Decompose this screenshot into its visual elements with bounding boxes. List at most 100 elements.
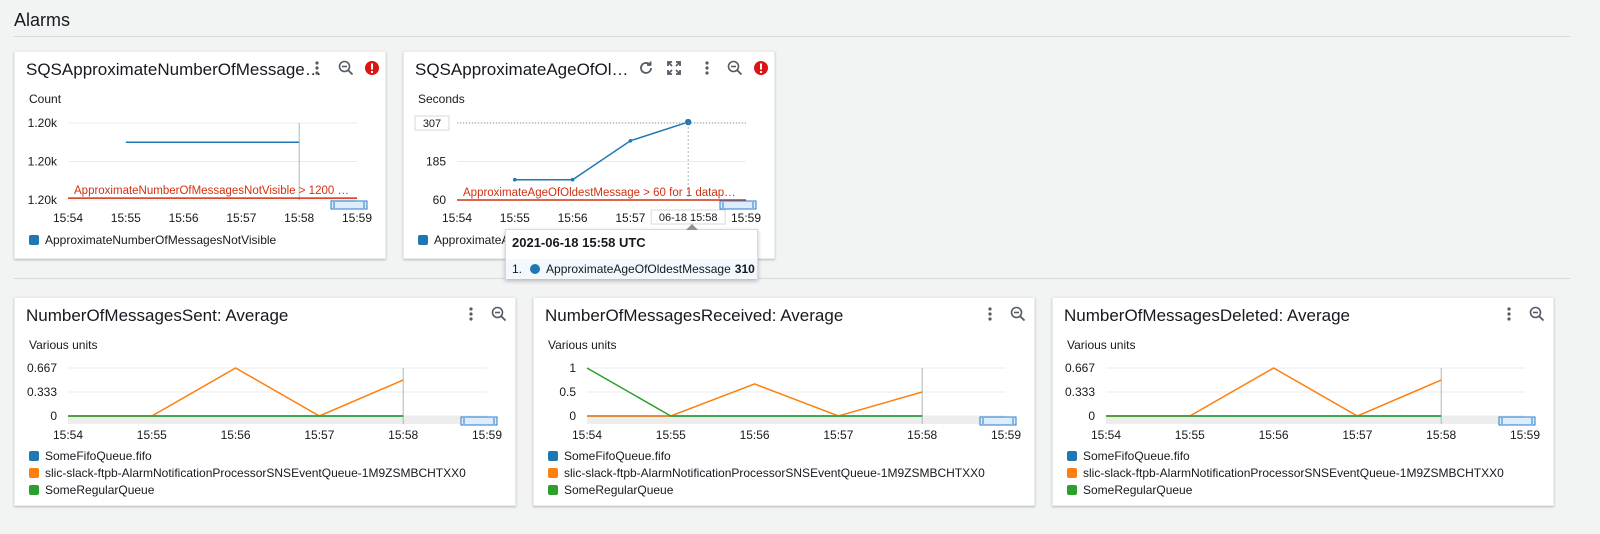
legend-item[interactable]: ApproximateNumberOfMessagesNotVisible — [29, 231, 276, 248]
legend-label: SomeFifoQueue.fifo — [564, 448, 671, 463]
x-tick-label: 15:56 — [1259, 428, 1289, 442]
zoom-range-handle[interactable] — [979, 416, 1017, 426]
tooltip-row: 1. ApproximateAgeOfOldestMessage 310 — [506, 259, 757, 279]
widget-approx-age-oldest[interactable]: SQSApproximateAgeOfOl… Seconds 601853071… — [403, 51, 775, 259]
legend-swatch — [1067, 484, 1077, 495]
legend-label: ApproximateA — [434, 232, 510, 247]
x-tick-label: 15:58 — [1426, 428, 1456, 442]
x-tick-label: 15:59 — [342, 211, 372, 225]
x-tick-label: 15:57 — [304, 428, 334, 442]
tooltip-series: ApproximateAgeOfOldestMessage — [546, 262, 731, 276]
zoom-range-handle[interactable] — [330, 200, 368, 210]
series-color-dot — [530, 264, 541, 274]
x-tick-label: 15:58 — [907, 428, 937, 442]
y-tick-label: 0.333 — [1065, 385, 1095, 399]
x-tick-label: 15:54 — [53, 428, 83, 442]
x-tick-label: 15:57 — [615, 211, 645, 225]
legend-swatch — [548, 467, 558, 478]
legend-label: ApproximateNumberOfMessagesNotVisible — [45, 232, 277, 247]
x-tick-label: 15:54 — [572, 428, 602, 442]
y-tick-label: 0 — [569, 409, 576, 423]
datapoint-tooltip: 2021-06-18 15:58 UTC 1. ApproximateAgeOf… — [505, 224, 758, 279]
legend-item[interactable]: SomeFifoQueue.fifo — [29, 447, 466, 464]
widget-approx-number-not-visible[interactable]: SQSApproximateNumberOfMessages… Count 1.… — [14, 51, 386, 259]
legend-label: SomeRegularQueue — [45, 482, 155, 497]
row-divider — [14, 278, 1570, 279]
y-tick-label: 0.667 — [1065, 361, 1095, 375]
widget-messages-deleted[interactable]: NumberOfMessagesDeleted: Average Various… — [1052, 297, 1554, 506]
legend-item[interactable]: SomeRegularQueue — [1067, 481, 1504, 498]
hover-x-value: 06-18 15:58 — [659, 212, 718, 224]
legend-label: slic-slack-ftpb-AlarmNotificationProcess… — [1083, 465, 1504, 480]
x-tick-label: 15:59 — [731, 211, 761, 225]
legend: ApproximateNumberOfMessagesNotVisible — [29, 231, 276, 248]
legend-label: SomeRegularQueue — [1083, 482, 1193, 497]
x-tick-label: 15:54 — [442, 211, 472, 225]
legend-item[interactable]: slic-slack-ftpb-AlarmNotificationProcess… — [29, 464, 466, 481]
y-tick-label: 1 — [569, 361, 576, 375]
plot-baseline-band — [587, 416, 1006, 424]
y-tick-label: 1.20k — [28, 193, 58, 207]
legend-item[interactable]: SomeRegularQueue — [29, 481, 466, 498]
legend-item[interactable]: SomeFifoQueue.fifo — [548, 447, 985, 464]
legend-label: slic-slack-ftpb-AlarmNotificationProcess… — [45, 465, 466, 480]
legend-swatch — [418, 234, 428, 245]
series-line — [587, 383, 923, 417]
tooltip-header: 2021-06-18 15:58 UTC — [512, 235, 646, 250]
data-point — [685, 118, 692, 126]
legend-swatch — [1067, 450, 1077, 461]
zoom-range-handle[interactable] — [460, 416, 498, 426]
data-point — [513, 177, 517, 182]
legend: SomeFifoQueue.fifo slic-slack-ftpb-AlarmN… — [1067, 447, 1504, 498]
hover-y-value: 307 — [423, 118, 441, 130]
legend-swatch — [548, 484, 558, 495]
x-tick-label: 15:57 — [226, 211, 256, 225]
y-tick-label: 0 — [1088, 409, 1095, 423]
legend-item[interactable]: ApproximateA — [418, 231, 509, 248]
x-tick-label: 15:56 — [558, 211, 588, 225]
tooltip-caret — [686, 224, 698, 230]
x-tick-label: 15:54 — [53, 211, 83, 225]
plot-baseline-band — [68, 416, 487, 424]
zoom-range-box — [719, 200, 757, 210]
x-tick-label: 15:57 — [1342, 428, 1372, 442]
x-tick-label: 15:59 — [472, 428, 502, 442]
alarm-threshold-label: ApproximateNumberOfMessagesNotVisible > … — [74, 185, 349, 197]
widget-messages-received[interactable]: NumberOfMessagesReceived: Average Variou… — [533, 297, 1035, 506]
legend-label: SomeFifoQueue.fifo — [1083, 448, 1190, 463]
y-tick-label: 0.5 — [559, 385, 576, 399]
x-tick-label: 15:58 — [284, 211, 314, 225]
chart-svg[interactable]: 1.20k 1.20k 1.20k 15:54 15:55 15:56 15:57 15:58… — [15, 52, 387, 260]
widget-messages-sent[interactable]: NumberOfMessagesSent: Average Various un… — [14, 297, 516, 506]
zoom-range-handle[interactable] — [719, 200, 757, 210]
x-tick-label: 15:55 — [1175, 428, 1205, 442]
y-tick-label: 0.333 — [27, 385, 57, 399]
legend-item[interactable]: slic-slack-ftpb-AlarmNotificationProcess… — [1067, 464, 1504, 481]
zoom-range-box — [330, 200, 368, 210]
plot-baseline-band — [1106, 416, 1525, 424]
y-tick-label: 60 — [433, 193, 447, 207]
legend-swatch — [548, 450, 558, 461]
series-line — [514, 121, 689, 181]
x-tick-label: 15:59 — [1510, 428, 1540, 442]
legend-item[interactable]: SomeFifoQueue.fifo — [1067, 447, 1504, 464]
legend-item[interactable]: slic-slack-ftpb-AlarmNotificationProcess… — [548, 464, 985, 481]
x-tick-label: 15:55 — [656, 428, 686, 442]
legend: ApproximateA — [418, 231, 509, 248]
zoom-range-box — [1498, 416, 1536, 426]
legend-swatch — [29, 467, 39, 478]
x-tick-label: 15:56 — [740, 428, 770, 442]
legend-swatch — [29, 234, 39, 245]
data-point — [628, 138, 633, 143]
zoom-range-box — [979, 416, 1017, 426]
legend-item[interactable]: SomeRegularQueue — [548, 481, 985, 498]
y-tick-label: 0.667 — [27, 361, 57, 375]
legend-label: SomeFifoQueue.fifo — [45, 448, 152, 463]
x-tick-label: 15:56 — [221, 428, 251, 442]
legend-swatch — [29, 450, 39, 461]
x-tick-label: 15:55 — [137, 428, 167, 442]
zoom-range-box — [460, 416, 498, 426]
x-tick-label: 15:57 — [823, 428, 853, 442]
data-point — [570, 177, 575, 182]
zoom-range-handle[interactable] — [1498, 416, 1536, 426]
